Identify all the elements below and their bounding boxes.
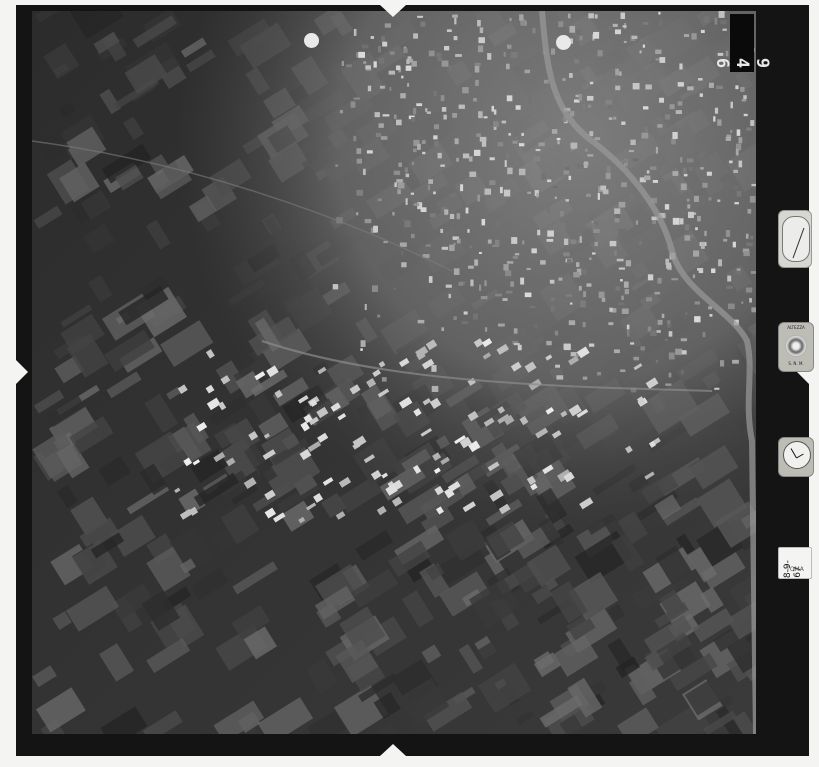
film-hole-left [304, 33, 319, 48]
level-bubble [785, 335, 807, 357]
fiducial-mark-left [16, 360, 28, 384]
level-label-top: ALTEZZA [787, 325, 805, 330]
aerial-photo [32, 11, 756, 734]
aerial-terrain [32, 11, 756, 734]
altimeter-gauge [778, 210, 812, 268]
fiducial-mark-top [380, 5, 406, 17]
level-bubble-gauge: ALTEZZA S. N. M. [778, 322, 814, 372]
frame-number: 9 4 6 [712, 14, 772, 72]
clock-gauge [778, 437, 814, 477]
clock-face [783, 441, 811, 469]
fiducial-mark-bottom [380, 744, 406, 756]
date-card: 18-9-67 TOMA [778, 547, 812, 584]
film-hole-right [556, 35, 571, 50]
date-sub-label: TOMA [786, 566, 804, 573]
level-label-bottom: S. N. M. [788, 361, 804, 366]
altimeter-dial [782, 216, 810, 262]
